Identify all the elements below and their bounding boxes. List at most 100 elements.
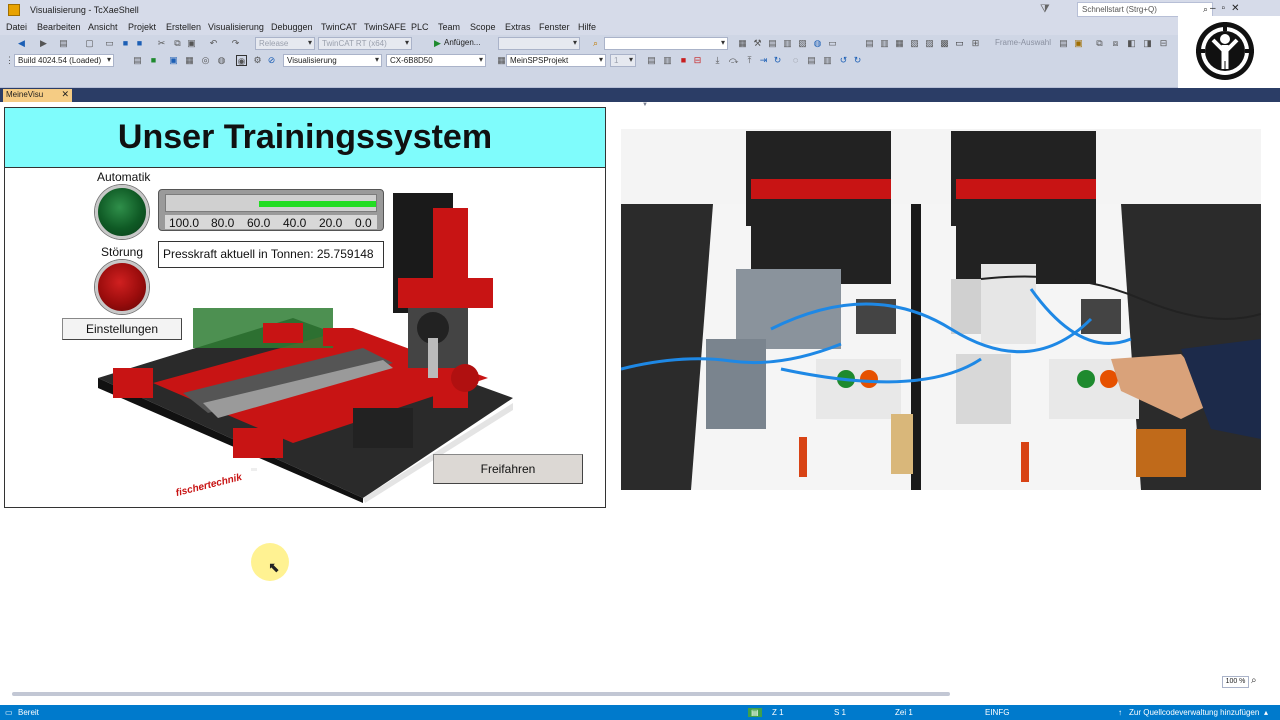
logout-icon[interactable]: ▥ [662,55,673,66]
source-control-button[interactable]: Zur Quellcodeverwaltung hinzufügen [1129,708,1259,717]
build-select[interactable]: Build 4024.54 (Loaded) [14,54,114,67]
group-icon[interactable]: ⧉ [1094,38,1105,49]
tab-meinevisu[interactable]: MeineVisu ✕ [3,89,72,102]
size-icon[interactable]: ⊞ [970,38,981,49]
open-folder-icon[interactable]: ▭ [104,38,115,49]
align-center-icon[interactable]: ▥ [879,38,890,49]
play-icon[interactable]: ▶ [432,38,443,49]
front-icon[interactable]: ◧ [1126,38,1137,49]
zoom-level[interactable]: 100 % [1222,676,1249,688]
stop-icon[interactable]: ■ [678,55,689,66]
refresh-icon[interactable]: ↻ [772,55,783,66]
find-icon[interactable]: ⌕ [590,38,601,49]
process-select[interactable] [498,37,580,50]
save-icon[interactable]: ■ [120,38,131,49]
ungroup-icon[interactable]: ⧈ [1110,38,1121,49]
menu-team[interactable]: Team [438,22,460,32]
status-char: Zei 1 [895,708,913,717]
visu-select[interactable]: Visualisierung [283,54,382,67]
align-left-icon[interactable]: ▤ [864,38,875,49]
lock-icon[interactable]: ⊟ [1158,38,1169,49]
back-icon[interactable]: ◀ [16,38,27,49]
step-over-icon[interactable]: ⤼ [728,55,739,66]
frame-icon[interactable]: ▭ [954,38,965,49]
menu-bearbeiten[interactable]: Bearbeiten [37,22,81,32]
target-browser-icon[interactable]: ▦ [184,55,195,66]
mouse-cursor-icon: ⬉ [268,559,280,575]
step-out-icon[interactable]: ⤒ [744,55,755,66]
cut-icon[interactable]: ✂ [156,38,167,49]
step-into-icon[interactable]: ⤓ [712,55,723,66]
back-layer-icon[interactable]: ◨ [1142,38,1153,49]
quick-launch-input[interactable]: Schnellstart (Strg+Q) ⌕ [1077,2,1213,17]
zoom-icon[interactable]: ⌕ [1251,675,1257,686]
force-values-icon[interactable]: ▥ [822,55,833,66]
frame-properties-icon[interactable]: ▣ [1073,38,1084,49]
visu-value: Visualisierung [287,56,337,65]
window-icon[interactable]: ▦ [737,38,748,49]
rotate-right-icon[interactable]: ↻ [852,55,863,66]
align-bottom-icon[interactable]: ▩ [939,38,950,49]
menu-ansicht[interactable]: Ansicht [88,22,118,32]
align-middle-icon[interactable]: ▨ [924,38,935,49]
align-top-icon[interactable]: ▧ [909,38,920,49]
globe-icon[interactable]: ◍ [812,38,823,49]
free-run-icon[interactable]: ⚙ [252,55,263,66]
activate-config-icon[interactable]: ▤ [132,55,143,66]
reset-icon[interactable]: ⊟ [692,55,703,66]
menu-extras[interactable]: Extras [505,22,531,32]
menu-fenster[interactable]: Fenster [539,22,570,32]
wrench-icon[interactable]: ⚒ [752,38,763,49]
frame-selection-button[interactable]: Frame-Auswahl [995,38,1051,47]
task-select[interactable]: 1 [610,54,636,67]
write-values-icon[interactable]: ▤ [806,55,817,66]
window-controls[interactable]: –▫✕ [1210,3,1246,14]
menu-erstellen[interactable]: Erstellen [166,22,201,32]
target-system-select[interactable]: CX-6B8D50 [386,54,486,67]
new-project-icon[interactable]: ▤ [58,38,69,49]
scan-icon[interactable]: ◎ [200,55,211,66]
menu-projekt[interactable]: Projekt [128,22,156,32]
plc-project-select[interactable]: MeinSPSProjekt [506,54,606,67]
menu-twinsafe[interactable]: TwinSAFE [364,22,406,32]
show-online-icon[interactable]: ◉ [236,55,247,66]
frame-edit-icon[interactable]: ▤ [1058,38,1069,49]
freifahren-button[interactable]: Freifahren [433,454,583,484]
no-connect-icon[interactable]: ⊘ [266,55,277,66]
login-icon[interactable]: ▤ [646,55,657,66]
run-to-cursor-icon[interactable]: ⇥ [758,55,769,66]
save-all-icon[interactable]: ■ [134,38,145,49]
platform-select[interactable]: TwinCAT RT (x64) [318,37,412,50]
menu-scope[interactable]: Scope [470,22,496,32]
config-mode-icon[interactable]: ▣ [168,55,179,66]
menu-datei[interactable]: Datei [6,22,27,32]
menu-twincat[interactable]: TwinCAT [321,22,357,32]
menu-visualisierung[interactable]: Visualisierung [208,22,264,32]
chevron-up-icon[interactable]: ▴ [1264,708,1268,717]
extensions-icon[interactable]: ▥ [782,38,793,49]
filter-icon[interactable]: ⧩ [1040,3,1050,16]
toolbox-icon[interactable]: ▤ [767,38,778,49]
close-icon[interactable]: ✕ [61,89,69,100]
horizontal-scrollbar[interactable] [12,692,950,696]
forward-icon[interactable]: ▶ [38,38,49,49]
rotate-left-icon[interactable]: ↺ [838,55,849,66]
redo-icon[interactable]: ↷ [230,38,241,49]
open-file-icon[interactable]: ▢ [84,38,95,49]
brand-plate-icon [251,468,257,471]
menu-plc[interactable]: PLC [411,22,429,32]
paste-icon[interactable]: ▣ [186,38,197,49]
breakpoint-icon[interactable]: ◌ [790,55,801,66]
attach-button[interactable]: Anfügen... [444,38,480,47]
run-mode-icon[interactable]: ■ [148,55,159,66]
align-right-icon[interactable]: ▦ [894,38,905,49]
find-combo[interactable] [604,37,728,50]
menu-debuggen[interactable]: Debuggen [271,22,313,32]
toggle-icon[interactable]: ◍ [216,55,227,66]
properties-icon[interactable]: ▧ [797,38,808,49]
display-icon[interactable]: ▭ [827,38,838,49]
configuration-select[interactable]: Release [255,37,315,50]
menu-hilfe[interactable]: Hilfe [578,22,596,32]
undo-icon[interactable]: ↶ [208,38,219,49]
copy-icon[interactable]: ⧉ [172,38,183,49]
